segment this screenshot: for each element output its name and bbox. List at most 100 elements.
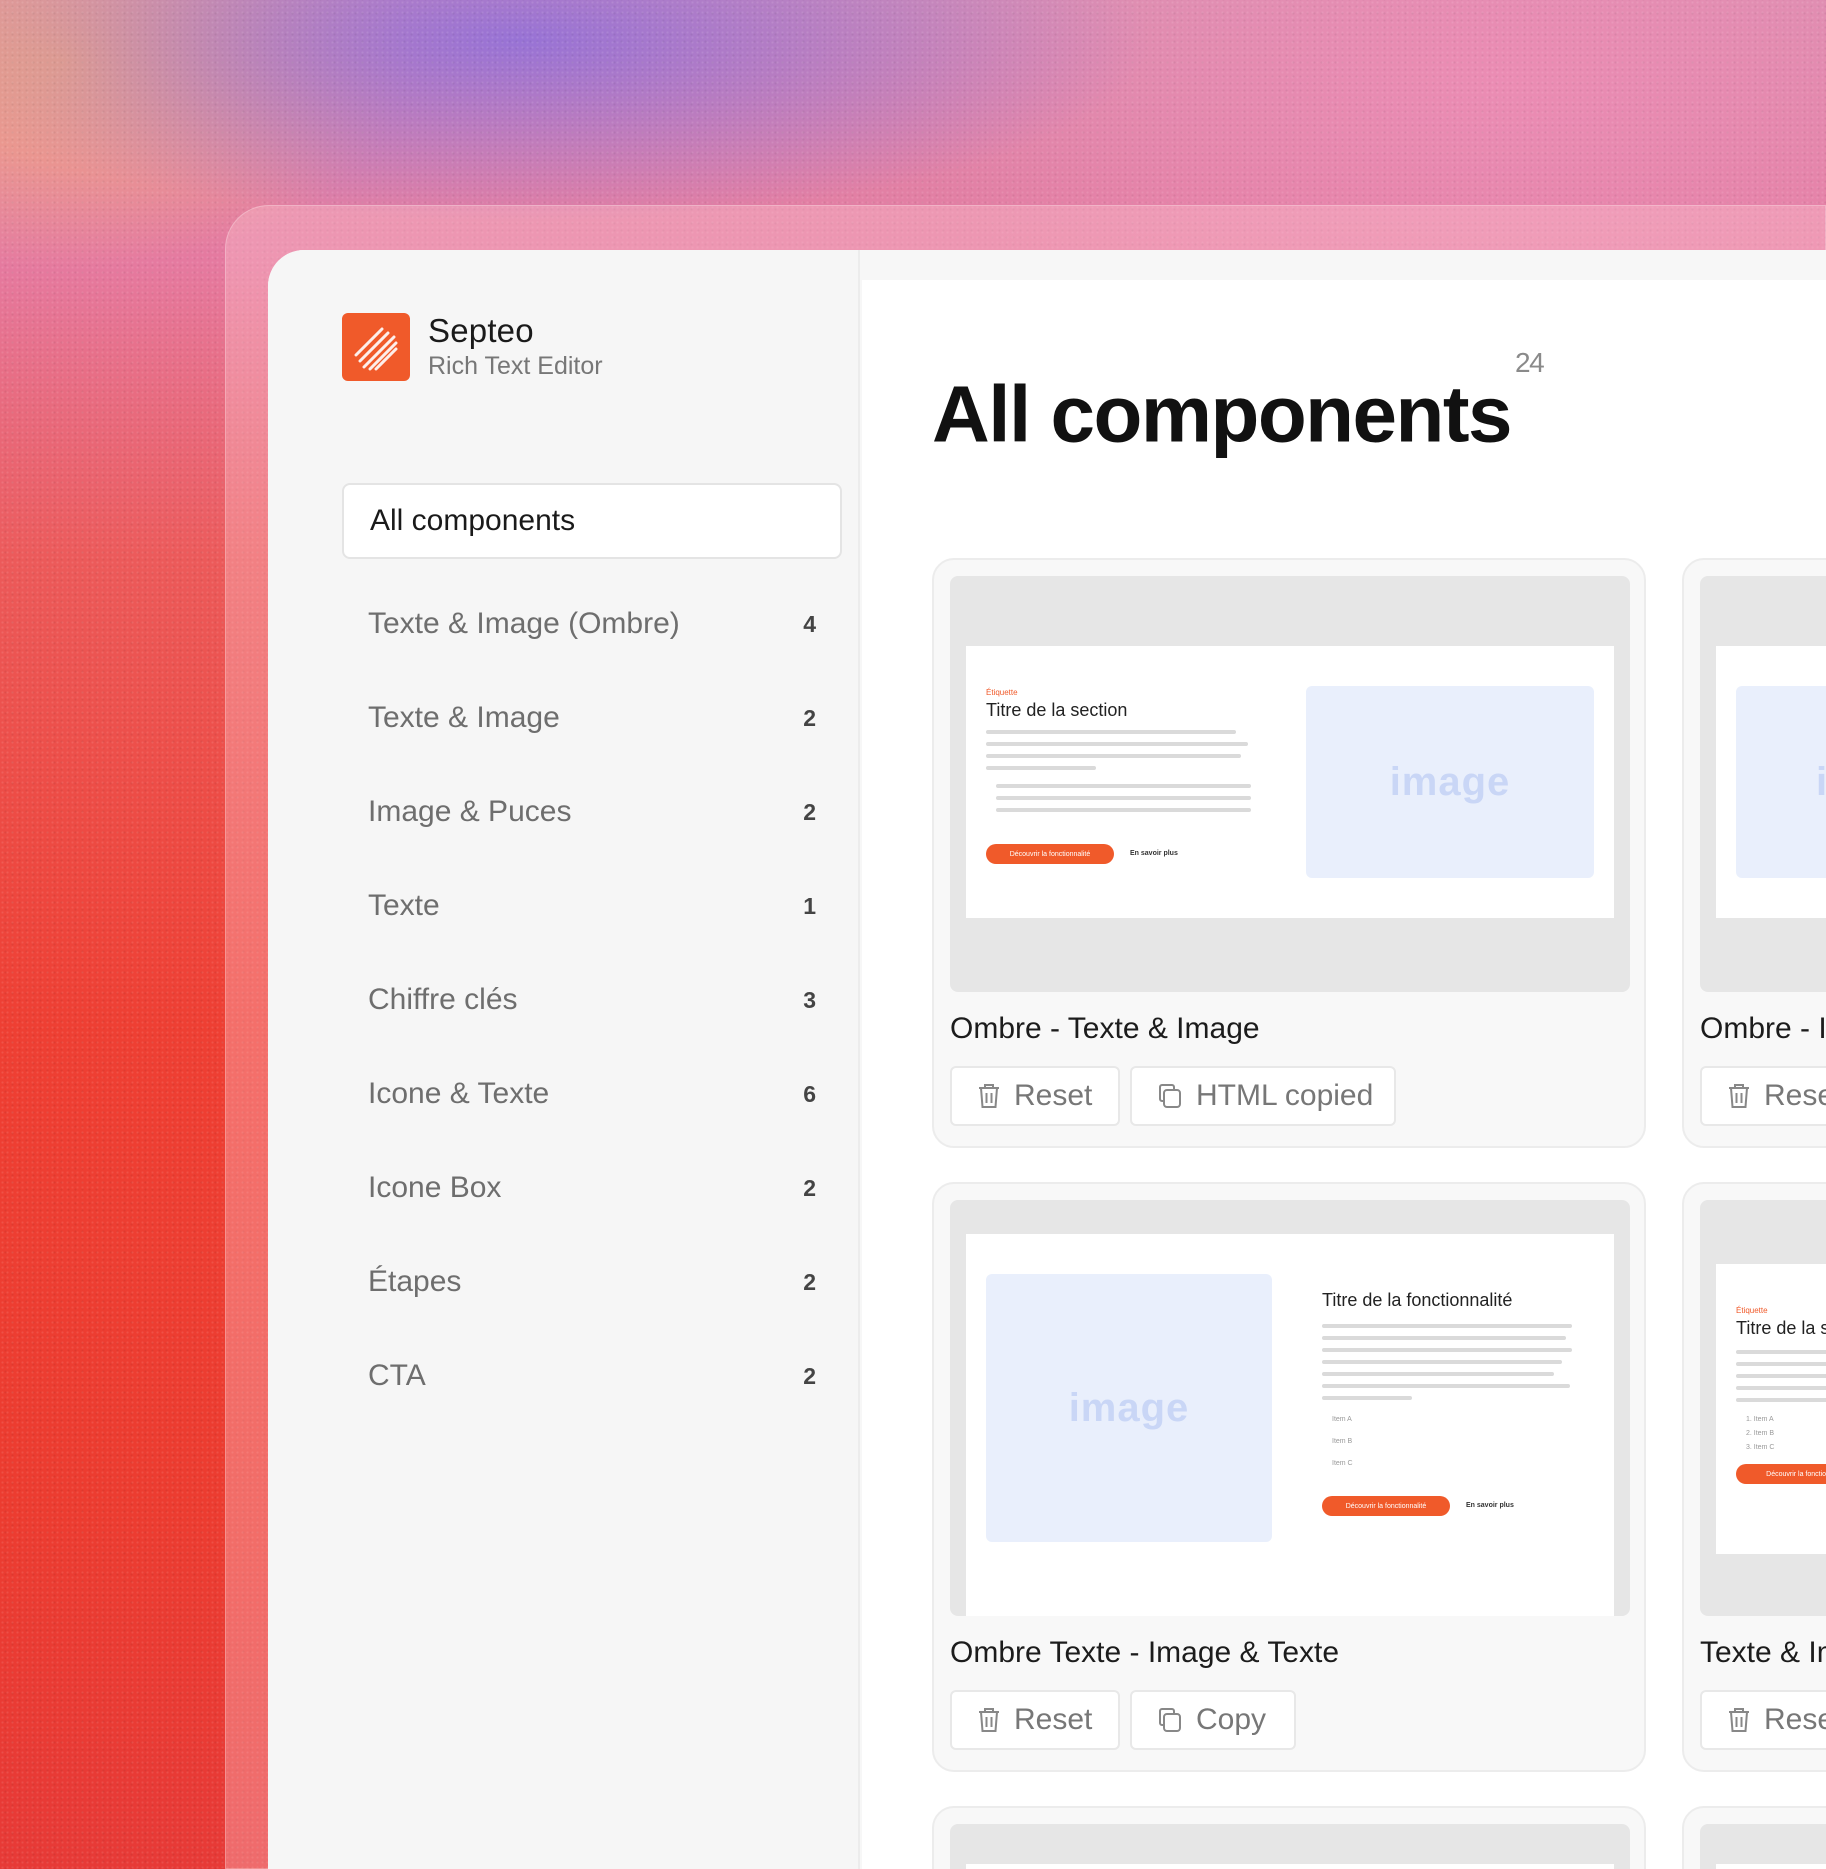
nav-item-count: 2 (803, 1268, 816, 1295)
nav-item-etapes[interactable]: Étapes 2 (342, 1235, 842, 1329)
preview-cta-button: Découvrir la fonctionnalité (986, 844, 1114, 864)
preview-bullet: Item A (1332, 1416, 1352, 1423)
component-card[interactable]: i Ombre - I Rese (1682, 558, 1826, 1148)
nav-item-icone-box[interactable]: Icone Box 2 (342, 1141, 842, 1235)
component-card[interactable] (932, 1806, 1646, 1869)
copy-html-button[interactable]: Copy (1130, 1690, 1296, 1750)
reset-button[interactable]: Reset (950, 1690, 1120, 1750)
component-card[interactable]: Étiquette Titre de la s 1. Item A 2. Ite… (1682, 1182, 1826, 1772)
nav-item-label: Texte & Image (368, 701, 560, 734)
preview-text-line (1322, 1336, 1566, 1340)
component-preview[interactable]: image Titre de la fonctionnalité Item A … (950, 1200, 1630, 1616)
nav-item-label: Chiffre clés (368, 983, 518, 1016)
preview-tag: Étiquette (986, 688, 1018, 697)
component-preview[interactable]: Étiquette Titre de la s 1. Item A 2. Ite… (1700, 1200, 1826, 1616)
reset-button-label: Reset (1014, 1079, 1093, 1112)
reset-button[interactable]: Rese (1700, 1066, 1826, 1126)
app-window: Septeo Rich Text Editor All components T… (268, 250, 1826, 1869)
nav-item-label: CTA (368, 1359, 426, 1392)
preview-link: En savoir plus (1130, 850, 1178, 857)
preview-image-placeholder: image (1306, 686, 1594, 878)
preview-document (1716, 1864, 1826, 1869)
card-title: Texte & Im (1700, 1636, 1826, 1669)
preview-heading: Titre de la fonctionnalité (1322, 1290, 1513, 1310)
preview-text-line (1322, 1384, 1570, 1388)
preview-text-line (986, 766, 1096, 770)
trash-icon (1726, 1706, 1764, 1734)
nav-item-label: Texte & Image (Ombre) (368, 607, 680, 640)
preview-text-line (1322, 1324, 1572, 1328)
trash-icon (1726, 1082, 1764, 1110)
preview-text-line (1322, 1396, 1412, 1400)
preview-text-line (1736, 1386, 1826, 1390)
nav-item-all-components[interactable]: All components (342, 483, 842, 559)
trash-icon (976, 1082, 1014, 1110)
preview-heading: Titre de la s (1736, 1318, 1826, 1338)
nav-item-texte-image[interactable]: Texte & Image 2 (342, 671, 842, 765)
page-title: All components24 (932, 347, 1545, 460)
nav-item-texte[interactable]: Texte 1 (342, 859, 842, 953)
preview-heading: Titre de la section (986, 700, 1128, 720)
nav-item-texte-image-ombre[interactable]: Texte & Image (Ombre) 4 (342, 577, 842, 671)
main-content: All components24 Étiquette Titre de la s… (862, 280, 1826, 1869)
preview-text-line (1322, 1360, 1562, 1364)
brand-name: Septeo (428, 312, 534, 349)
preview-tag: Étiquette (1736, 1306, 1768, 1315)
component-preview[interactable] (1700, 1824, 1826, 1869)
copy-html-button[interactable]: HTML copied (1130, 1066, 1396, 1126)
preview-list-line (996, 808, 1251, 812)
nav-item-image-puces[interactable]: Image & Puces 2 (342, 765, 842, 859)
preview-text-line (1736, 1398, 1826, 1402)
preview-list-item: 3. Item C (1746, 1444, 1775, 1451)
preview-text-line (1736, 1374, 1826, 1378)
component-preview[interactable]: Étiquette Titre de la section Découvrir … (950, 576, 1630, 992)
copy-icon (1156, 1706, 1196, 1734)
nav-item-chiffre-cles[interactable]: Chiffre clés 3 (342, 953, 842, 1047)
copy-icon (1156, 1082, 1196, 1110)
component-card[interactable]: Étiquette Titre de la section Découvrir … (932, 558, 1646, 1148)
preview-list-line (996, 796, 1251, 800)
reset-button-label: Reset (1014, 1703, 1093, 1736)
septeo-logo-icon (342, 313, 410, 381)
preview-text-line (1736, 1362, 1826, 1366)
sidebar: Septeo Rich Text Editor All components T… (268, 250, 860, 1869)
card-title: Ombre - Texte & Image (950, 1012, 1260, 1045)
preview-document (966, 1864, 1614, 1869)
nav-item-count: 2 (803, 704, 816, 731)
brand: Septeo Rich Text Editor (342, 312, 603, 382)
preview-cta-button: Découvrir la fonctionn (1736, 1464, 1826, 1484)
category-nav: All components Texte & Image (Ombre) 4 T… (342, 483, 842, 1423)
preview-text-line (1322, 1372, 1554, 1376)
reset-button-label: Rese (1764, 1703, 1826, 1736)
preview-bullet: Item C (1332, 1460, 1353, 1467)
nav-item-count: 6 (803, 1080, 816, 1107)
preview-image-placeholder: i (1736, 686, 1826, 878)
preview-link: En savoir plus (1466, 1502, 1514, 1509)
component-card[interactable] (1682, 1806, 1826, 1869)
nav-item-count: 2 (803, 798, 816, 825)
preview-bullet: Item B (1332, 1438, 1353, 1445)
nav-item-cta[interactable]: CTA 2 (342, 1329, 842, 1423)
preview-list-item: 2. Item B (1746, 1430, 1775, 1437)
component-card[interactable]: image Titre de la fonctionnalité Item A … (932, 1182, 1646, 1772)
preview-text-line (986, 730, 1236, 734)
copy-button-label: HTML copied (1196, 1079, 1374, 1112)
nav-item-count: 2 (803, 1362, 816, 1389)
component-preview[interactable] (950, 1824, 1630, 1869)
reset-button[interactable]: Reset (950, 1066, 1120, 1126)
preview-document: image Titre de la fonctionnalité Item A … (966, 1234, 1614, 1616)
trash-icon (976, 1706, 1014, 1734)
preview-text-line (986, 754, 1241, 758)
component-preview[interactable]: i (1700, 576, 1826, 992)
nav-item-icone-texte[interactable]: Icone & Texte 6 (342, 1047, 842, 1141)
reset-button-label: Rese (1764, 1079, 1826, 1112)
card-title: Ombre Texte - Image & Texte (950, 1636, 1340, 1669)
nav-item-count: 1 (803, 892, 816, 919)
nav-item-count: 3 (803, 986, 816, 1013)
component-count: 24 (1515, 347, 1545, 378)
preview-text-line (1322, 1348, 1572, 1352)
reset-button[interactable]: Rese (1700, 1690, 1826, 1750)
preview-list-line (996, 784, 1251, 788)
nav-item-label: Icone Box (368, 1171, 502, 1204)
nav-item-count: 2 (803, 1174, 816, 1201)
